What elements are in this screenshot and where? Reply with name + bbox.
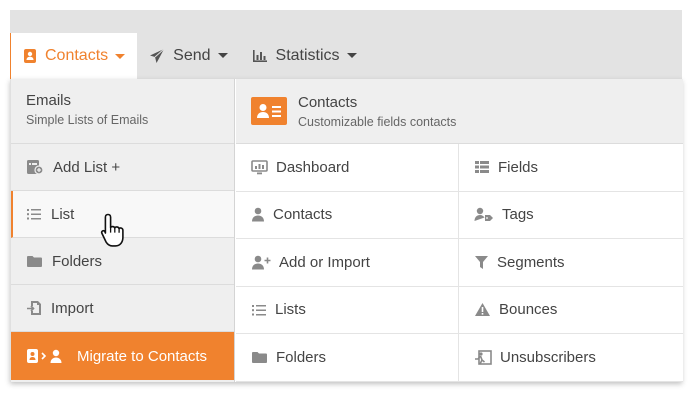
filter-icon xyxy=(475,255,488,269)
menu-item-label: Folders xyxy=(276,348,327,366)
fields-icon xyxy=(475,161,489,174)
nav-contacts-label: Contacts xyxy=(45,47,109,64)
warning-icon xyxy=(475,303,490,317)
menu-item-unsubscribers[interactable]: Unsubscribers xyxy=(459,334,683,382)
add-list-icon xyxy=(27,160,44,175)
contacts-book-icon xyxy=(24,49,36,63)
menu-item-bounces[interactable]: Bounces xyxy=(459,287,683,334)
menu-item-label: Import xyxy=(51,299,94,317)
contacts-menu-grid: Dashboard Fields Contacts Tags Add or Im… xyxy=(236,144,683,382)
menu-item-label: Add List + xyxy=(53,158,121,176)
menu-item-label: Unsubscribers xyxy=(500,348,596,366)
chevron-down-icon xyxy=(346,53,357,58)
menu-item-label: Segments xyxy=(497,253,565,271)
contacts-card-icon xyxy=(251,97,287,125)
menu-item-label: Tags xyxy=(502,206,534,224)
bar-chart-icon xyxy=(252,49,267,62)
menu-item-label: Fields xyxy=(498,158,539,176)
menu-item-contacts[interactable]: Contacts xyxy=(236,191,459,239)
user-icon xyxy=(252,207,264,222)
nav-statistics[interactable]: Statistics xyxy=(240,33,369,78)
menu-item-lists[interactable]: Lists xyxy=(236,286,459,334)
contacts-panel-title: Contacts xyxy=(298,93,358,111)
list-icon xyxy=(252,304,266,316)
emails-panel-header: Emails Simple Lists of Emails xyxy=(11,79,234,144)
menu-item-label: Bounces xyxy=(499,301,558,319)
folder-icon xyxy=(252,352,267,364)
menu-item-add-list[interactable]: Add List + xyxy=(11,144,234,191)
menu-item-label: Add or Import xyxy=(279,253,370,271)
chevron-down-icon xyxy=(115,53,126,59)
menu-item-tags[interactable]: Tags xyxy=(459,192,683,239)
main-nav: Contacts Send Statistics xyxy=(10,33,369,79)
paper-plane-icon xyxy=(150,48,165,63)
menu-item-fields[interactable]: Fields xyxy=(459,144,683,192)
exit-icon xyxy=(475,349,492,365)
migrate-icon xyxy=(27,349,62,363)
list-icon xyxy=(27,209,41,220)
nav-contacts[interactable]: Contacts xyxy=(10,33,138,79)
contacts-panel: Contacts Customizable fields contacts Da… xyxy=(236,79,683,382)
chevron-down-icon xyxy=(217,53,228,58)
menu-item-label: Contacts xyxy=(273,206,333,224)
tags-icon xyxy=(474,208,493,222)
menu-item-label: Folders xyxy=(52,252,103,270)
contacts-panel-header: Contacts Customizable fields contacts xyxy=(236,79,683,144)
menu-item-import[interactable]: Import xyxy=(11,285,234,332)
dashboard-icon xyxy=(251,159,268,175)
import-icon xyxy=(27,301,41,315)
emails-panel-title: Emails xyxy=(26,92,72,109)
menu-item-label: Dashboard xyxy=(276,158,350,176)
nav-send-label: Send xyxy=(173,46,211,64)
menu-item-segments[interactable]: Segments xyxy=(459,239,683,287)
nav-send[interactable]: Send xyxy=(137,33,239,78)
nav-statistics-label: Statistics xyxy=(275,46,340,64)
hand-pointer-cursor-icon xyxy=(100,213,124,247)
contacts-panel-subtitle: Customizable fields contacts xyxy=(298,114,457,129)
menu-item-label: Lists xyxy=(275,301,306,319)
folder-icon xyxy=(27,256,42,267)
emails-panel-subtitle: Simple Lists of Emails xyxy=(26,113,149,127)
menu-item-dashboard[interactable]: Dashboard xyxy=(236,144,459,192)
menu-item-folders[interactable]: Folders xyxy=(236,334,459,382)
menu-item-label: Migrate to Contacts xyxy=(77,347,208,365)
migrate-to-contacts-button[interactable]: Migrate to Contacts xyxy=(11,332,234,380)
menu-item-add-or-import[interactable]: Add or Import xyxy=(236,239,459,287)
user-plus-icon xyxy=(252,255,271,270)
menu-item-label: List xyxy=(51,205,75,223)
